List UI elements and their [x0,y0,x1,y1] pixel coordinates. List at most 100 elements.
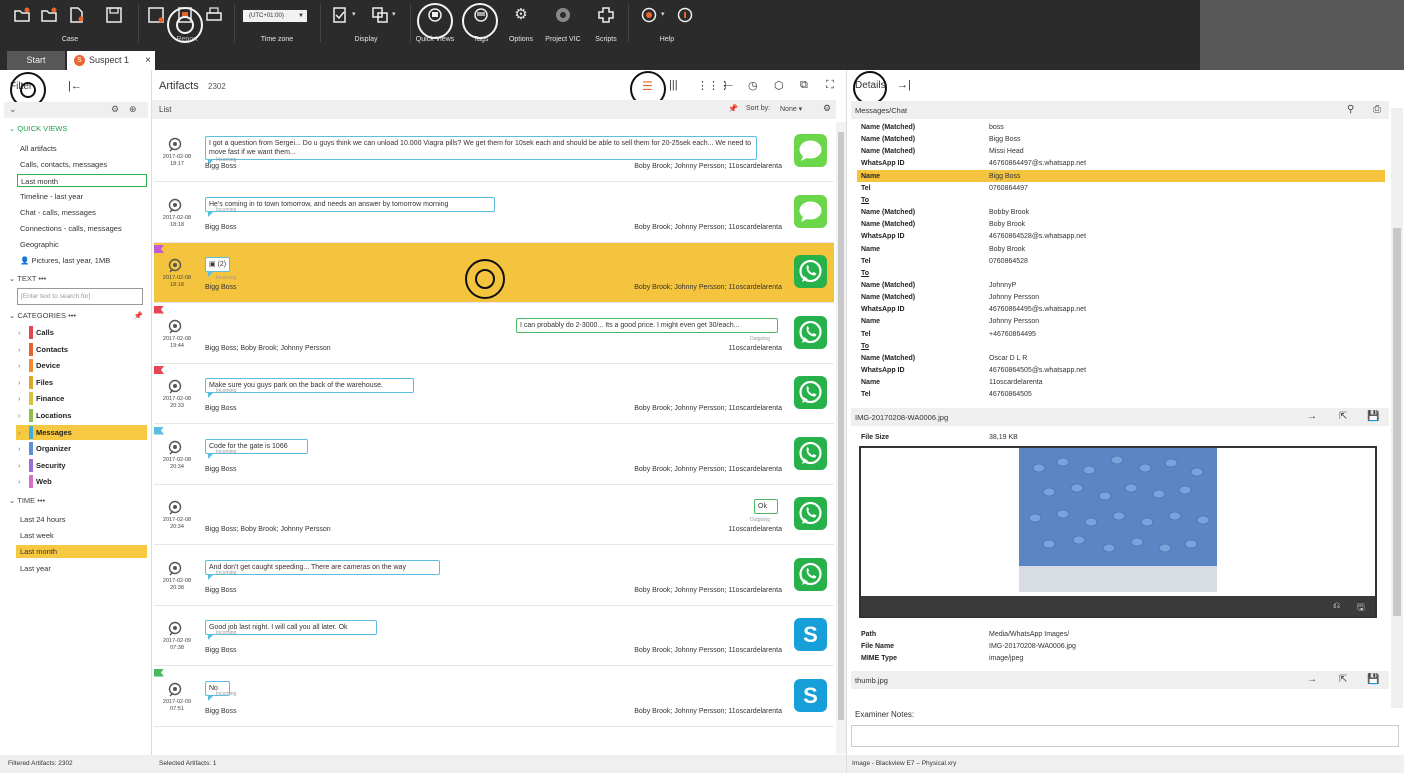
map-view-icon[interactable]: ⬡ [774,79,784,92]
quick-view-item[interactable]: Connections - calls, messages [20,222,122,235]
chevron-right-icon[interactable]: › [18,408,21,423]
chevron-right-icon[interactable]: › [18,458,21,473]
ribbon-group-project-vic[interactable]: Project VIC [540,0,586,45]
time-item[interactable]: Last year [20,562,51,575]
artifact-row[interactable]: 2017-02-08 18:18 ▣ (2) Incoming Bigg Boss Bob… [154,243,834,303]
chevron-down-icon[interactable]: ▾ [661,10,665,18]
chevron-right-icon[interactable]: › [18,325,21,340]
pin-icon[interactable]: 📌 [134,311,143,320]
project-vic-icon[interactable] [553,6,573,24]
timeline-view-icon[interactable]: ◷ [748,79,758,92]
gear-icon[interactable]: ⚙ [111,104,119,115]
category-finance[interactable]: › Finance [16,391,147,406]
artifact-row[interactable]: 2017-02-08 20:33 Make sure you guys park o… [154,364,834,424]
chevron-right-icon[interactable]: › [18,375,21,390]
tab-suspect-1[interactable]: S Suspect 1 × [67,51,155,70]
open-folder-icon[interactable] [12,6,32,24]
add-filter-icon[interactable]: ⊕ [129,104,137,115]
gallery-view-icon[interactable]: ⧉ [800,79,808,92]
navigate-arrow-icon[interactable]: → [1307,674,1317,685]
save-image-icon[interactable]: 🖫 [1357,600,1365,616]
sort-select[interactable]: None ▾ [780,105,802,113]
category-web[interactable]: › Web [16,474,147,489]
chevron-down-icon[interactable]: ⌄ [9,104,17,115]
time-item[interactable]: Last 24 hours [20,513,65,526]
category-security[interactable]: › Security [16,458,147,473]
about-info-icon[interactable] [675,6,695,24]
quick-view-item[interactable]: All artifacts [20,142,57,155]
scripts-puzzle-icon[interactable] [596,6,616,24]
category-calls[interactable]: › Calls [16,325,147,340]
artifact-row[interactable]: 2017-02-08 20:38 And don't get caught spee… [154,545,834,606]
report-icon[interactable] [175,6,195,24]
close-tab-icon[interactable]: × [145,51,151,70]
tree-view-icon[interactable]: ⊢ [724,79,734,92]
artifact-row[interactable]: 2017-02-08 18:17 I got a question from Ser… [154,122,834,182]
time-item[interactable]: Last week [20,529,54,542]
quick-view-item[interactable]: Last month [17,174,147,187]
display-checkbox-icon[interactable] [330,6,350,24]
category-messages[interactable]: › Messages [16,424,147,440]
print-icon[interactable] [204,6,224,24]
artifact-row[interactable]: 2017-02-08 20:34 Code for the gate is 1066… [154,424,834,485]
tab-start[interactable]: Start [7,51,65,70]
column-view-icon[interactable]: ||| [669,79,678,91]
chevron-right-icon[interactable]: › [18,441,21,456]
find-person-icon[interactable]: ⚲ [1347,104,1354,115]
open-case-icon[interactable] [39,6,59,24]
pin-icon[interactable]: 📌 [728,104,738,113]
message-bubble[interactable]: He's coming in to town tomorrow, and nee… [205,196,495,217]
artifact-row[interactable]: 2017-02-09 07:51 No Incoming Bigg Boss Boby B… [154,666,834,727]
category-device[interactable]: › Device [16,358,147,373]
category-locations[interactable]: › Locations [16,408,147,423]
ribbon-group-tags[interactable]: Tags [458,0,504,45]
details-scrollbar[interactable] [1391,108,1403,708]
attachment-bubble[interactable]: ▣ (2) [205,257,231,277]
save-case-icon[interactable] [104,6,124,24]
gear-icon[interactable]: ⚙ [511,6,531,24]
category-contacts[interactable]: › Contacts [16,342,147,357]
message-bubble[interactable]: I can probably do 2-3000... Its a good p… [516,317,778,333]
open-external-icon[interactable]: ⇱ [1339,411,1347,422]
chevron-right-icon[interactable]: › [18,425,21,440]
save-report-icon[interactable] [146,6,166,24]
examiner-notes-textarea[interactable] [851,725,1399,747]
chevron-down-icon[interactable]: ▾ [352,10,356,18]
list-view-icon[interactable]: ☰ [642,79,653,93]
print-icon[interactable]: ⎙ [1373,104,1381,115]
artifact-list-scrollbar[interactable] [836,122,846,754]
tags-icon[interactable] [471,6,491,24]
quick-view-item[interactable]: Chat - calls, messages [20,206,96,219]
time-item[interactable]: Last month [16,545,147,558]
ribbon-group-options[interactable]: ⚙ Options [504,0,538,45]
quick-view-item[interactable]: Geographic [20,238,59,251]
quick-view-item[interactable]: Calls, contacts, messages [20,158,107,171]
quick-view-item[interactable]: 👤 Pictures, last year, 1MB [20,254,110,267]
chevron-right-icon[interactable]: › [18,358,21,373]
open-external-icon[interactable]: ⇱ [1339,674,1347,685]
message-bubble[interactable]: Ok [754,499,778,514]
connections-view-icon[interactable]: ⛶ [826,79,834,92]
new-file-icon[interactable] [66,6,86,24]
text-search-input[interactable]: [Enter text to search for] [17,288,143,305]
chevron-right-icon[interactable]: › [18,342,21,357]
dock-right-icon[interactable]: →| [897,79,911,91]
message-bubble[interactable]: Make sure you guys park on the back of t… [205,378,414,398]
message-bubble[interactable]: I got a question from Sergei... Do u guy… [205,136,757,165]
quick-views-section-header[interactable]: ⌄ QUICK VIEWS [9,124,67,133]
quick-view-item[interactable]: Timeline - last year [20,190,83,203]
category-organizer[interactable]: › Organizer [16,441,147,456]
save-icon[interactable]: 💾 [1367,411,1379,422]
help-icon[interactable] [639,6,659,24]
chevron-right-icon[interactable]: › [18,391,21,406]
artifact-row[interactable]: 2017-02-08 18:18 He's coming in to town to… [154,182,834,243]
chevron-right-icon[interactable]: › [18,474,21,489]
message-bubble[interactable]: And don't get caught speeding... There a… [205,559,440,580]
artifact-row[interactable]: 2017-02-08 19:44 I can probably do 2-3000.… [154,303,834,364]
attachment-image-preview[interactable]: ⎌ 🖫 [859,446,1377,618]
ribbon-group-quick-views[interactable]: Quick Views [412,0,458,45]
categories-section-header[interactable]: ⌄ CATEGORIES ••• 📌 [9,311,145,320]
timezone-select[interactable]: (UTC+01:00) ▼ [243,10,307,22]
scrollbar-thumb[interactable] [1393,228,1401,616]
artifact-row[interactable]: 2017-02-08 20:34 Ok Outgoing Bigg Boss; Boby… [154,485,834,545]
